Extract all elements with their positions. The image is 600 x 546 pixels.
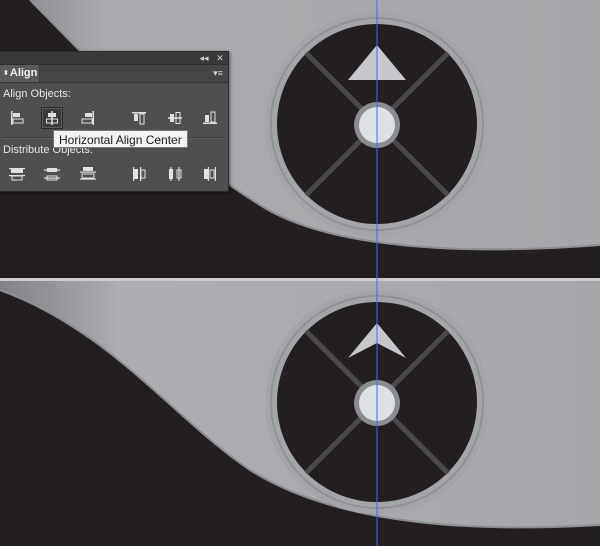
vertical-distribute-top-button[interactable]	[6, 163, 28, 185]
vertical-align-top-button[interactable]	[128, 107, 150, 129]
collapse-panel-icon[interactable]: ◂◂	[197, 52, 211, 64]
align-right-icon	[81, 111, 94, 125]
distribute-vertical-center-icon	[44, 168, 60, 181]
align-objects-label: Align Objects:	[3, 88, 71, 100]
distribute-top-icon	[9, 168, 25, 181]
horizontal-align-left-button[interactable]	[6, 107, 28, 129]
vertical-distribute-bottom-button[interactable]	[77, 163, 99, 185]
tab-align[interactable]: ⬍Align	[0, 65, 40, 82]
panel-menu-icon[interactable]: ▾≡	[212, 67, 224, 79]
align-panel: ◂◂ ✕ ⬍Align ▾≡ Align Objects: Distribute…	[0, 51, 229, 192]
align-vertical-center-icon	[168, 112, 182, 124]
horizontal-distribute-right-button[interactable]	[199, 163, 221, 185]
tab-expand-arrows-icon: ⬍	[3, 70, 9, 77]
distribute-horizontal-center-icon	[169, 167, 182, 181]
align-left-icon	[11, 111, 24, 125]
tab-align-label: Align	[9, 67, 38, 79]
horizontal-distribute-center-button[interactable]	[164, 163, 186, 185]
align-top-icon	[132, 112, 146, 125]
distribute-right-icon	[204, 167, 216, 181]
distribute-bottom-icon	[80, 167, 96, 180]
panel-titlebar[interactable]: ◂◂ ✕	[0, 52, 228, 65]
tooltip: Horizontal Align Center	[53, 130, 188, 148]
vertical-align-center-button[interactable]	[164, 107, 186, 129]
horizontal-align-right-button[interactable]	[77, 107, 99, 129]
vertical-align-bottom-button[interactable]	[199, 107, 221, 129]
align-horizontal-center-icon	[46, 111, 58, 125]
panel-tab-row: ⬍Align ▾≡	[0, 65, 228, 83]
half-divider	[0, 278, 600, 281]
align-bottom-icon	[203, 111, 217, 124]
horizontal-distribute-left-button[interactable]	[128, 163, 150, 185]
distribute-left-icon	[133, 167, 146, 181]
close-panel-icon[interactable]: ✕	[213, 52, 227, 64]
vertical-distribute-center-button[interactable]	[41, 163, 63, 185]
horizontal-align-center-button[interactable]	[41, 107, 63, 129]
